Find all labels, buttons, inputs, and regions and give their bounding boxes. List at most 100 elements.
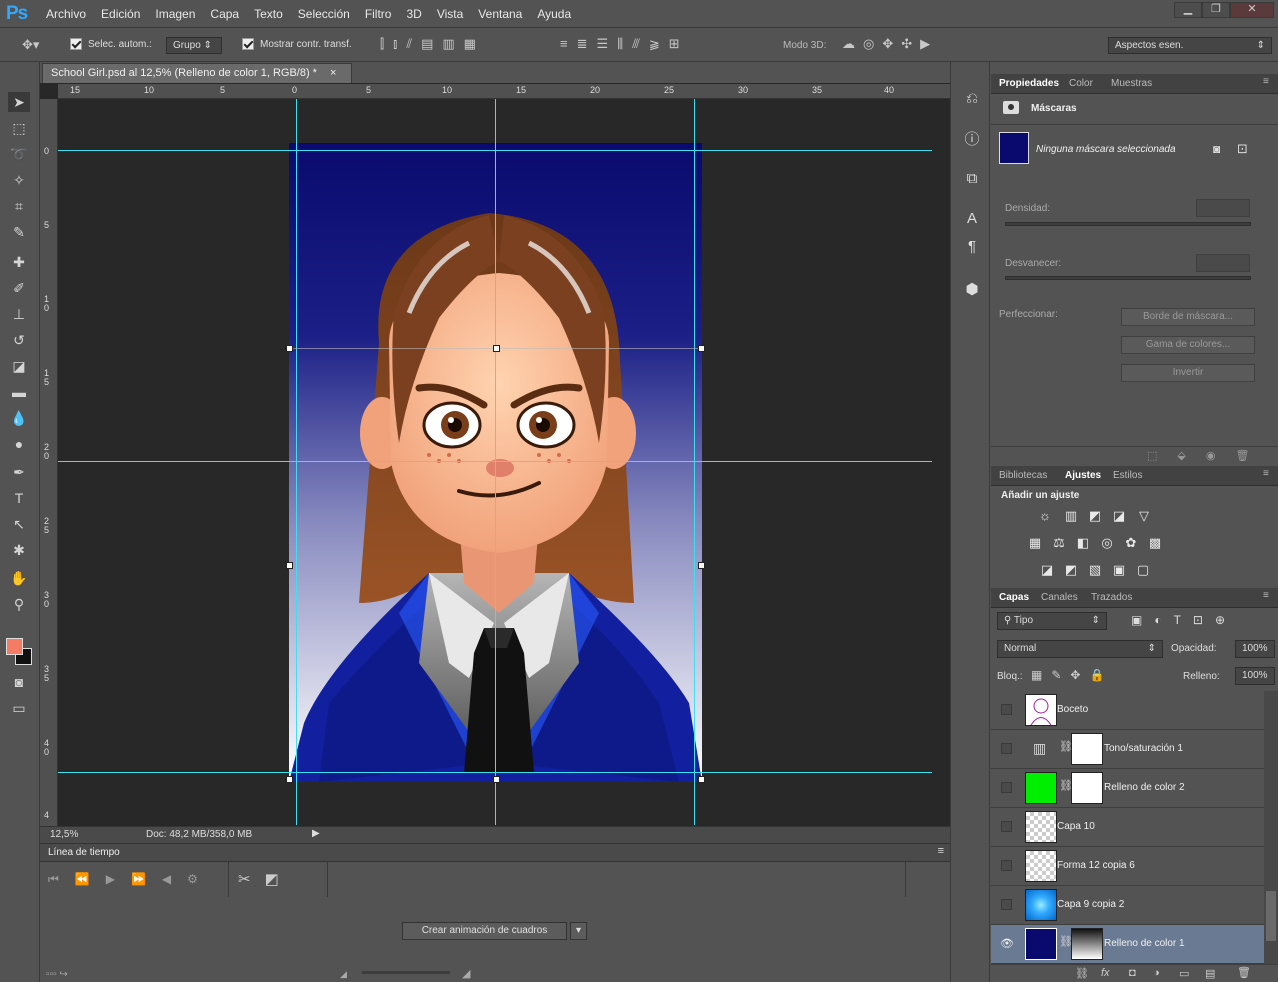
menu-texto[interactable]: Texto: [254, 7, 283, 21]
close-window-button[interactable]: ✕: [1230, 2, 1274, 18]
layer-row[interactable]: Forma 12 copia 6: [991, 847, 1264, 886]
minimize-button[interactable]: ▁: [1174, 2, 1202, 18]
invert-adjust-icon[interactable]: ◪: [1039, 563, 1055, 577]
transform-handle[interactable]: [493, 345, 500, 352]
layer-row[interactable]: ▥ ⛓ Tono/saturación 1: [991, 730, 1264, 769]
move-tool-icon[interactable]: ✥▾: [22, 37, 39, 53]
menu-filtro[interactable]: Filtro: [365, 7, 392, 21]
distribute-icons[interactable]: ≡≣☰⫼⫻⫺⊞: [560, 36, 689, 52]
timeline-footer-icons[interactable]: ▫▫▫ ↪: [46, 969, 68, 980]
feather-field[interactable]: [1196, 254, 1250, 272]
restore-button[interactable]: ❐: [1202, 2, 1230, 18]
document-tab[interactable]: School Girl.psd al 12,5% (Relleno de col…: [42, 63, 352, 83]
dodge-tool-icon[interactable]: ●: [8, 434, 30, 454]
layer-row[interactable]: Capa 10: [991, 808, 1264, 847]
vibrance-icon[interactable]: ▽: [1136, 509, 1152, 523]
menu-capa[interactable]: Capa: [210, 7, 239, 21]
move-tool-icon[interactable]: ➤: [8, 92, 30, 112]
opacity-field[interactable]: 100%: [1235, 640, 1275, 658]
panel-menu-icon[interactable]: ≡: [938, 845, 944, 857]
align-icons[interactable]: ⫿⫾⫽▤▥▦: [380, 36, 485, 52]
transform-handle[interactable]: [286, 345, 293, 352]
hue-saturation-icon[interactable]: ▦: [1027, 536, 1043, 550]
zoom-large-icon[interactable]: ◢: [462, 967, 470, 980]
tab-trazados[interactable]: Trazados: [1091, 592, 1132, 603]
guide-vertical[interactable]: [296, 99, 297, 825]
new-group-icon[interactable]: ▭: [1179, 967, 1189, 980]
photo-filter-icon[interactable]: ◎: [1099, 536, 1115, 550]
visibility-toggle[interactable]: [1001, 743, 1012, 754]
pixel-mask-icon[interactable]: ◙: [1213, 142, 1220, 156]
tab-ajustes[interactable]: Ajustes: [1065, 470, 1101, 481]
guide-vertical[interactable]: [495, 99, 496, 825]
workspace-dropdown[interactable]: Aspectos esen. ⇕: [1108, 37, 1272, 54]
auto-select-checkbox[interactable]: [70, 38, 82, 51]
trash-icon[interactable]: 🗑: [1237, 966, 1251, 979]
gradient-map-icon[interactable]: ▢: [1135, 563, 1151, 577]
fx-icon[interactable]: fx: [1101, 967, 1110, 979]
playback-controls[interactable]: ⏮⏪▶⏩◀⚙: [48, 872, 214, 887]
layer-mask-thumbnail[interactable]: [1071, 928, 1103, 960]
clone-source-icon[interactable]: ⧉: [961, 170, 983, 192]
menu-ayuda[interactable]: Ayuda: [537, 7, 571, 21]
layers-scrollbar[interactable]: [1264, 691, 1278, 964]
auto-select-dropdown[interactable]: Grupo ⇕: [166, 37, 222, 54]
panel-menu-icon[interactable]: ≡: [1263, 76, 1269, 87]
levels-icon[interactable]: ▥: [1063, 509, 1079, 523]
cut-transition-icons[interactable]: ✂◩: [238, 870, 293, 888]
visibility-toggle[interactable]: [1001, 899, 1012, 910]
color-range-button[interactable]: Gama de colores...: [1121, 336, 1255, 354]
menu-archivo[interactable]: Archivo: [46, 7, 86, 21]
mask-edge-button[interactable]: Borde de máscara...: [1121, 308, 1255, 326]
transform-handle[interactable]: [698, 776, 705, 783]
layer-row[interactable]: Capa 9 copia 2: [991, 886, 1264, 925]
density-slider[interactable]: [1005, 222, 1251, 226]
new-layer-icon[interactable]: ▤: [1205, 967, 1215, 980]
path-select-icon[interactable]: ↖: [8, 514, 30, 534]
foreground-color-swatch[interactable]: [6, 638, 23, 655]
blend-mode-dropdown[interactable]: Normal ⇕: [997, 640, 1163, 658]
magic-wand-icon[interactable]: ✧: [8, 170, 30, 190]
status-arrow-icon[interactable]: ▶: [312, 828, 320, 839]
layer-mask-thumbnail[interactable]: [1071, 772, 1103, 804]
history-icon[interactable]: ⎌: [961, 90, 983, 112]
color-balance-icon[interactable]: ⚖: [1051, 536, 1067, 550]
panel-menu-icon[interactable]: ≡: [1263, 590, 1269, 601]
layer-row-selected[interactable]: 👁 ⛓ Relleno de color 1: [991, 925, 1264, 964]
quick-mask-icon[interactable]: ◙: [8, 672, 30, 692]
tab-estilos[interactable]: Estilos: [1113, 470, 1142, 481]
vector-mask-icon[interactable]: ⊡: [1237, 141, 1248, 157]
type-tool-icon[interactable]: T: [8, 488, 30, 508]
transform-handle[interactable]: [286, 562, 293, 569]
panel-menu-icon[interactable]: ≡: [1263, 468, 1269, 479]
lock-icons[interactable]: ▦✎✥🔒: [1031, 668, 1113, 682]
zoom-small-icon[interactable]: ◢: [340, 969, 347, 980]
color-lookup-icon[interactable]: ▩: [1147, 536, 1163, 550]
layer-filter-dropdown[interactable]: ⚲ Tipo ⇕: [997, 612, 1107, 630]
stamp-tool-icon[interactable]: ⊥: [8, 304, 30, 324]
healing-brush-icon[interactable]: ✚: [8, 252, 30, 272]
menu-edicion[interactable]: Edición: [101, 7, 140, 21]
properties-footer-icons[interactable]: ⬚⬙◉🗑: [1147, 449, 1269, 462]
transform-handle[interactable]: [493, 776, 500, 783]
link-layers-icon[interactable]: ⛓: [1075, 967, 1089, 980]
mask-thumbnail[interactable]: [999, 132, 1029, 164]
show-transform-checkbox[interactable]: [242, 38, 254, 51]
transform-handle[interactable]: [698, 345, 705, 352]
invert-button[interactable]: Invertir: [1121, 364, 1255, 382]
tab-bibliotecas[interactable]: Bibliotecas: [999, 470, 1047, 481]
visibility-toggle[interactable]: [1001, 821, 1012, 832]
visibility-toggle[interactable]: [1001, 782, 1012, 793]
zoom-tool-icon[interactable]: ⚲: [8, 594, 30, 614]
guide-vertical[interactable]: [694, 99, 695, 825]
feather-slider[interactable]: [1005, 276, 1251, 280]
brush-tool-icon[interactable]: ✐: [8, 278, 30, 298]
screen-mode-icon[interactable]: ▭: [8, 698, 30, 718]
lasso-tool-icon[interactable]: ➰: [8, 144, 30, 164]
timeline-zoom-slider[interactable]: [362, 971, 450, 974]
transform-handle[interactable]: [698, 562, 705, 569]
horizontal-ruler[interactable]: 15 10 5 0 5 10 15 20 25 30 35 40: [58, 84, 950, 99]
visibility-toggle[interactable]: [1001, 704, 1012, 715]
zoom-level[interactable]: 12,5%: [50, 829, 78, 840]
menu-imagen[interactable]: Imagen: [155, 7, 195, 21]
